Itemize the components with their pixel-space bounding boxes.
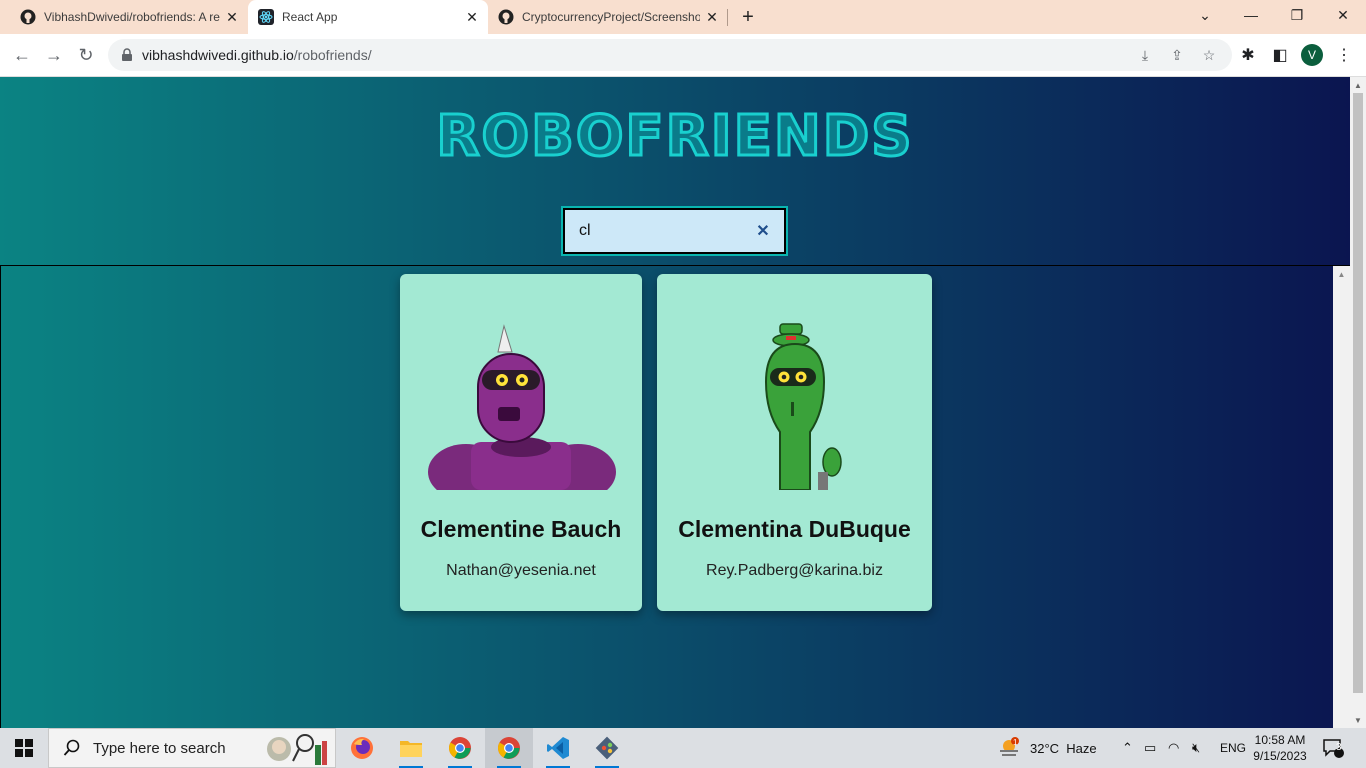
robot-email: Nathan@yesenia.net (446, 562, 596, 579)
tab-crypto-project[interactable]: CryptocurrencyProject/Screensho ✕ (488, 0, 728, 34)
close-tab-icon[interactable]: ✕ (460, 5, 484, 29)
scroll-up-arrow-icon[interactable]: ▲ (1350, 77, 1366, 93)
purple-robot-image (428, 324, 616, 490)
firefox-icon (351, 737, 373, 759)
side-panel-icon[interactable]: ◧ (1266, 41, 1294, 69)
taskbar-chrome[interactable] (436, 728, 484, 768)
url-path: /robofriends/ (293, 47, 372, 63)
robot-card[interactable]: Clementine Bauch Nathan@yesenia.net (400, 274, 642, 611)
show-hidden-icons-chevron-icon[interactable]: ⌃ (1122, 728, 1133, 768)
language-indicator[interactable]: ENG (1220, 728, 1246, 768)
react-icon (258, 9, 274, 25)
close-tab-icon[interactable]: ✕ (220, 5, 244, 29)
robot-name: Clementina DuBuque (678, 516, 911, 542)
browser-toolbar: ← → ↻ vibhashdwivedi.github.io/robofrien… (0, 34, 1366, 77)
weather-text: 32°C Haze (1030, 740, 1097, 756)
robot-name: Clementine Bauch (420, 516, 622, 542)
taskbar-clock[interactable]: 10:58 AM 9/15/2023 (1250, 732, 1310, 764)
search-input[interactable]: cl (565, 222, 748, 240)
windows-logo-icon (15, 739, 33, 757)
close-window-button[interactable]: ✕ (1320, 0, 1366, 30)
weather-badge: 1 (1013, 738, 1018, 747)
tab-title: VibhashDwivedi/robofriends: A re (44, 10, 220, 24)
clock-date: 9/15/2023 (1253, 749, 1307, 763)
chrome-icon (498, 737, 520, 759)
wifi-icon[interactable]: ◠ (1168, 728, 1179, 768)
github-icon (498, 9, 514, 25)
taskbar-vscode[interactable] (534, 728, 582, 768)
windows-taskbar: Type here to search 1 32°C Haze ⌃ ▭ ◠ 🔇︎… (0, 728, 1366, 768)
card-list-scroll[interactable]: Clementine Bauch Nathan@yesenia.net Clem… (0, 265, 1350, 728)
green-robot-image (764, 323, 842, 490)
url-host: vibhashdwivedi.github.io (142, 47, 294, 63)
profile-button[interactable]: V (1298, 41, 1326, 69)
battery-icon[interactable]: ▭ (1144, 728, 1156, 768)
avatar: V (1301, 44, 1323, 66)
tab-search-chevron-icon[interactable]: ⌄ (1182, 0, 1228, 30)
page-scrollbar[interactable]: ▲ ▼ (1350, 77, 1366, 728)
restore-button[interactable]: ❐ (1274, 0, 1320, 30)
share-icon[interactable]: ⇪ (1168, 46, 1186, 64)
tab-github-robofriends[interactable]: VibhashDwivedi/robofriends: A re ✕ (0, 0, 248, 34)
kebab-menu-icon[interactable]: ⋮ (1330, 41, 1358, 69)
omnibox-actions: ⤓ ⇪ ☆ (1136, 46, 1218, 64)
taskbar-firefox[interactable] (338, 728, 386, 768)
taskbar-chrome-active[interactable] (485, 728, 533, 768)
minimize-button[interactable]: — (1228, 0, 1274, 30)
folder-icon (400, 741, 422, 757)
extensions-icon[interactable]: ✱ (1234, 41, 1262, 69)
tab-title: CryptocurrencyProject/Screensho (522, 10, 700, 24)
url-text: vibhashdwivedi.github.io/robofriends/ (142, 47, 372, 63)
search-highlight-illustration-icon (267, 734, 327, 765)
robot-email: Rey.Padberg@karina.biz (706, 562, 883, 579)
taskbar-git[interactable] (583, 728, 631, 768)
search-input-inner: cl ✕ (565, 210, 784, 252)
tab-separator (727, 9, 728, 26)
tab-react-app[interactable]: React App ✕ (248, 0, 488, 34)
scroll-down-arrow-icon[interactable]: ▼ (1350, 712, 1366, 728)
scrollbar-thumb[interactable] (1353, 93, 1363, 693)
search-icon (63, 739, 80, 756)
taskbar-search-box[interactable]: Type here to search (48, 728, 336, 768)
notification-count: 3 (1336, 742, 1342, 753)
windows-start-button[interactable] (0, 728, 48, 768)
robofriends-page: ROBOFRIENDS cl ✕ Clementine Bauch Nathan… (0, 77, 1350, 728)
lock-icon (122, 48, 132, 61)
taskbar-search-placeholder: Type here to search (93, 739, 226, 757)
close-tab-icon[interactable]: ✕ (700, 5, 724, 29)
github-icon (20, 9, 36, 25)
tab-title: React App (282, 10, 338, 24)
page-title: ROBOFRIENDS (435, 103, 914, 170)
address-bar[interactable]: vibhashdwivedi.github.io/robofriends/ ⤓ … (108, 39, 1232, 71)
vscode-icon (547, 737, 569, 759)
git-icon (595, 736, 619, 760)
weather-widget[interactable]: 1 32°C Haze (998, 728, 1097, 768)
install-app-icon[interactable]: ⤓ (1136, 46, 1154, 64)
chrome-icon (449, 737, 471, 759)
speaker-muted-icon[interactable]: 🔇︎ (1192, 728, 1200, 768)
notifications-button[interactable]: 3 (1322, 728, 1344, 768)
card-list-scrollbar[interactable]: ▲ (1333, 266, 1350, 728)
clock-time: 10:58 AM (1254, 733, 1306, 747)
search-box[interactable]: cl ✕ (561, 206, 788, 256)
forward-arrow-icon[interactable]: → (40, 41, 68, 69)
new-tab-button[interactable]: + (736, 5, 760, 29)
clear-search-icon[interactable]: ✕ (748, 216, 778, 246)
scroll-up-arrow-icon[interactable]: ▲ (1333, 266, 1350, 283)
robot-card[interactable]: Clementina DuBuque Rey.Padberg@karina.bi… (657, 274, 932, 611)
back-arrow-icon[interactable]: ← (8, 41, 36, 69)
taskbar-file-explorer[interactable] (387, 728, 435, 768)
tab-strip: VibhashDwivedi/robofriends: A re ✕ React… (0, 0, 1366, 34)
reload-icon[interactable]: ↻ (72, 41, 100, 69)
bookmark-star-icon[interactable]: ☆ (1200, 46, 1218, 64)
